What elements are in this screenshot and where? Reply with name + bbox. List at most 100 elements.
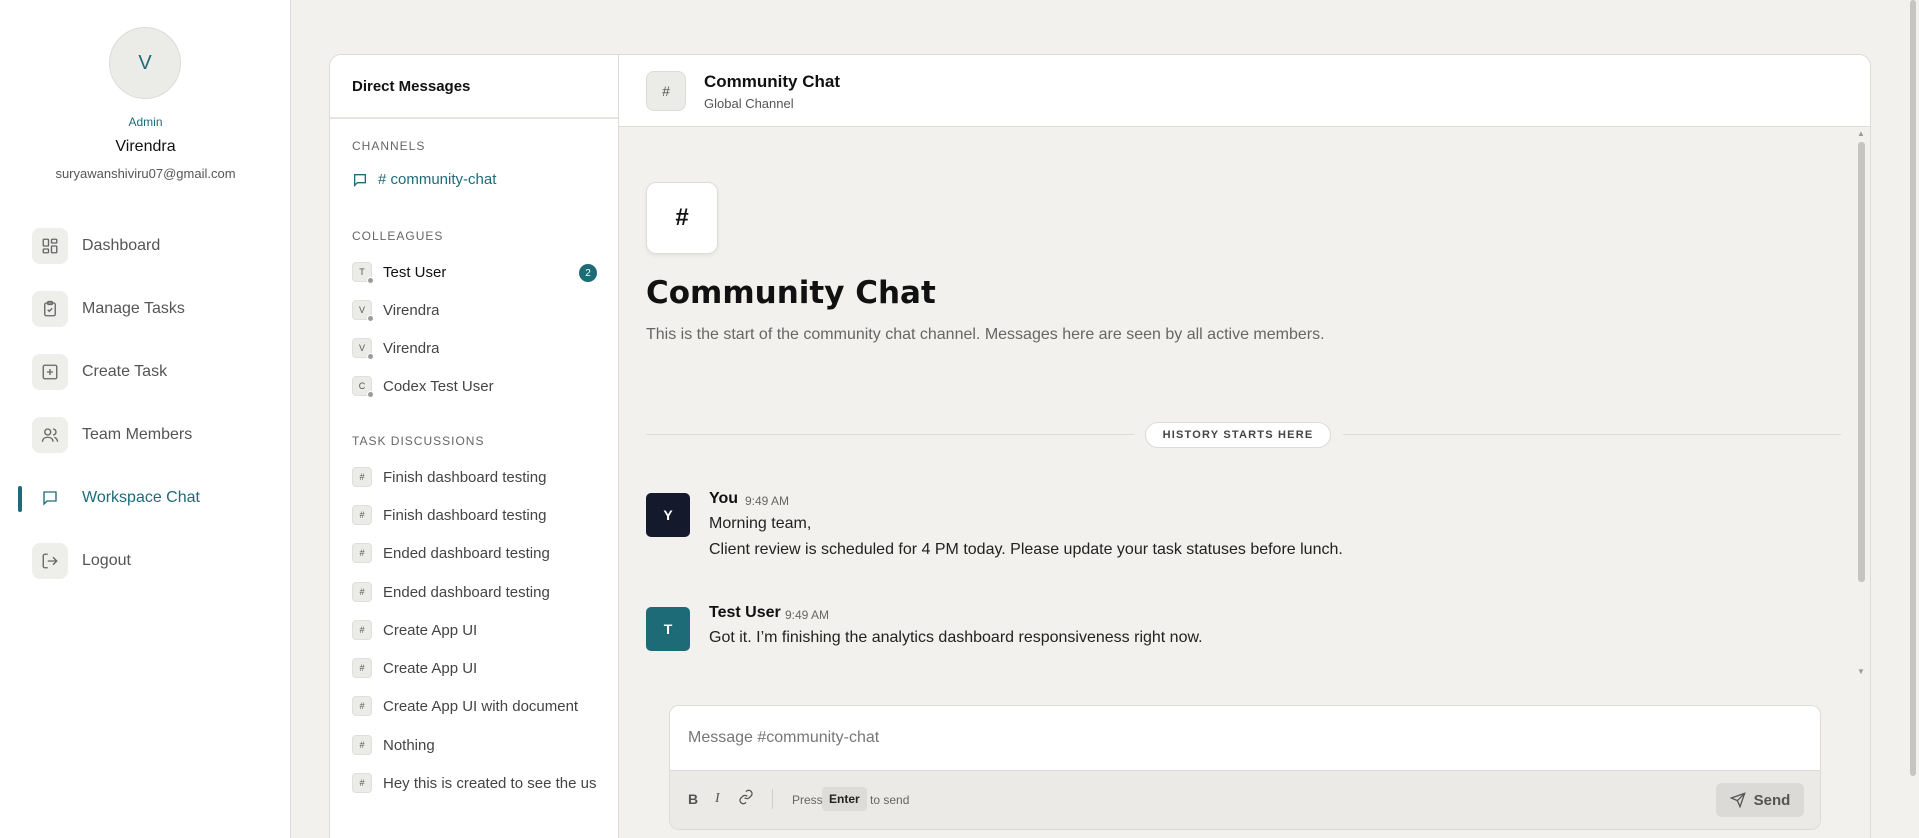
- composer-toolbar: B I Press Enter to send Send: [670, 770, 1820, 829]
- colleague-item[interactable]: C Codex Test User: [352, 372, 597, 400]
- send-label: Send: [1753, 791, 1791, 809]
- avatar: V: [352, 300, 374, 322]
- user-email: suryawanshiviru07@gmail.com: [55, 166, 236, 181]
- task-discussion-item[interactable]: # Hey this is created to see the us: [352, 769, 597, 797]
- nav-logout-label: Logout: [82, 552, 131, 569]
- message-author: You: [709, 490, 739, 507]
- avatar: C: [352, 376, 374, 398]
- task-name: Create App UI: [383, 621, 478, 639]
- nav-manage-tasks[interactable]: Manage Tasks: [32, 290, 272, 328]
- message-icon: [354, 173, 366, 187]
- nav-logout[interactable]: Logout: [32, 542, 272, 580]
- task-discussion-item[interactable]: # Create App UI: [352, 654, 597, 682]
- nav-create-task-label: Create Task: [82, 363, 168, 380]
- channel-community-chat[interactable]: # community-chat: [352, 171, 496, 188]
- channel-label: # community-chat: [378, 171, 497, 188]
- task-discussions-title: TASK DISCUSSIONS: [352, 434, 485, 448]
- intro-description: This is the start of the community chat …: [646, 326, 1325, 343]
- user-name: Virendra: [115, 138, 176, 155]
- task-discussion-item[interactable]: # Nothing: [352, 731, 597, 759]
- hash-icon: #: [352, 467, 372, 487]
- colleague-name: Virendra: [383, 301, 440, 319]
- page-scrollbar[interactable]: [1910, 0, 1916, 776]
- task-name: Nothing: [383, 736, 435, 754]
- divider: [1343, 434, 1841, 435]
- send-button[interactable]: Send: [1716, 783, 1804, 817]
- channel-subtitle: Global Channel: [704, 96, 794, 111]
- hash-icon: #: [646, 182, 718, 254]
- task-discussion-item[interactable]: # Ended dashboard testing: [352, 539, 597, 567]
- status-dot: [367, 277, 374, 284]
- nav-team-members[interactable]: Team Members: [32, 416, 272, 454]
- nav-manage-tasks-label: Manage Tasks: [82, 300, 185, 317]
- chat-panel: # Community Chat Global Channel # Commun…: [619, 55, 1870, 838]
- direct-messages-panel: Direct Messages CHANNELS # community-cha…: [330, 55, 619, 838]
- avatar[interactable]: Y: [646, 493, 690, 537]
- colleague-item[interactable]: V Virendra: [352, 334, 597, 362]
- send-icon: [1729, 792, 1746, 808]
- divider: [646, 434, 1134, 435]
- channel-title: Community Chat: [704, 72, 840, 91]
- users-icon: [32, 417, 68, 453]
- message-text: Got it. I’m finishing the analytics dash…: [709, 629, 1203, 646]
- task-discussion-item[interactable]: # Ended dashboard testing: [352, 578, 597, 606]
- nav-workspace-chat-label: Workspace Chat: [82, 489, 200, 506]
- chat-scrollbar[interactable]: [1858, 142, 1865, 582]
- colleague-item[interactable]: V Virendra: [352, 296, 597, 324]
- hash-icon: #: [352, 543, 372, 563]
- link-icon[interactable]: [738, 789, 754, 808]
- message-composer: B I Press Enter to send Send: [669, 705, 1821, 830]
- task-name: Ended dashboard testing: [383, 583, 550, 601]
- avatar[interactable]: T: [646, 607, 690, 651]
- grid-icon: [32, 228, 68, 264]
- status-dot: [367, 353, 374, 360]
- avatar[interactable]: V: [109, 27, 181, 99]
- message-author: Test User: [709, 604, 781, 621]
- task-name: Create App UI with document: [383, 697, 579, 715]
- colleague-name: Codex Test User: [383, 377, 494, 395]
- task-name: Ended dashboard testing: [383, 544, 550, 562]
- unread-badge: 2: [579, 264, 597, 282]
- colleague-item[interactable]: T Test User 2: [352, 258, 597, 286]
- nav-workspace-chat[interactable]: Workspace Chat: [32, 479, 272, 517]
- dm-header: Direct Messages: [330, 55, 618, 119]
- history-start-marker: HISTORY STARTS HERE: [1145, 422, 1331, 448]
- avatar: T: [352, 262, 374, 284]
- nav-team-members-label: Team Members: [82, 426, 193, 443]
- task-discussion-item[interactable]: # Create App UI with document: [352, 692, 597, 720]
- scroll-down-arrow[interactable]: ▼: [1857, 667, 1865, 676]
- logout-icon: [32, 543, 68, 579]
- scroll-up-arrow[interactable]: ▲: [1857, 129, 1865, 138]
- message-text: Client review is scheduled for 4 PM toda…: [709, 541, 1343, 558]
- colleague-name: Virendra: [383, 339, 440, 357]
- bold-button[interactable]: B: [688, 791, 698, 807]
- message-text: Morning team,: [709, 515, 812, 532]
- nav-dashboard[interactable]: Dashboard: [32, 227, 272, 265]
- task-discussion-item[interactable]: # Create App UI: [352, 616, 597, 644]
- message-icon: [32, 480, 68, 516]
- task-name: Finish dashboard testing: [383, 506, 547, 524]
- hash-icon: #: [352, 773, 372, 793]
- hash-icon: #: [646, 71, 686, 111]
- task-name: Finish dashboard testing: [383, 468, 547, 486]
- avatar: V: [352, 338, 374, 360]
- task-discussion-item[interactable]: # Finish dashboard testing: [352, 463, 597, 491]
- hash-icon: #: [352, 505, 372, 525]
- message-time: 9:49 AM: [785, 608, 830, 622]
- hash-icon: #: [352, 696, 372, 716]
- channels-title: CHANNELS: [352, 139, 426, 153]
- nav-dashboard-label: Dashboard: [82, 237, 161, 254]
- hash-icon: #: [352, 582, 372, 602]
- task-discussion-item[interactable]: # Finish dashboard testing: [352, 501, 597, 529]
- hash-icon: #: [352, 620, 372, 640]
- chat-card: Direct Messages CHANNELS # community-cha…: [329, 54, 1871, 838]
- italic-button[interactable]: I: [715, 791, 720, 807]
- chat-header: # Community Chat Global Channel: [619, 55, 1870, 127]
- user-role: Admin: [128, 115, 163, 129]
- avatar-letter: V: [138, 51, 152, 74]
- task-name: Create App UI: [383, 659, 478, 677]
- message-input[interactable]: [670, 706, 1820, 770]
- send-hint-press: Press: [792, 793, 823, 807]
- nav-create-task[interactable]: Create Task: [32, 353, 272, 391]
- status-dot: [367, 315, 374, 322]
